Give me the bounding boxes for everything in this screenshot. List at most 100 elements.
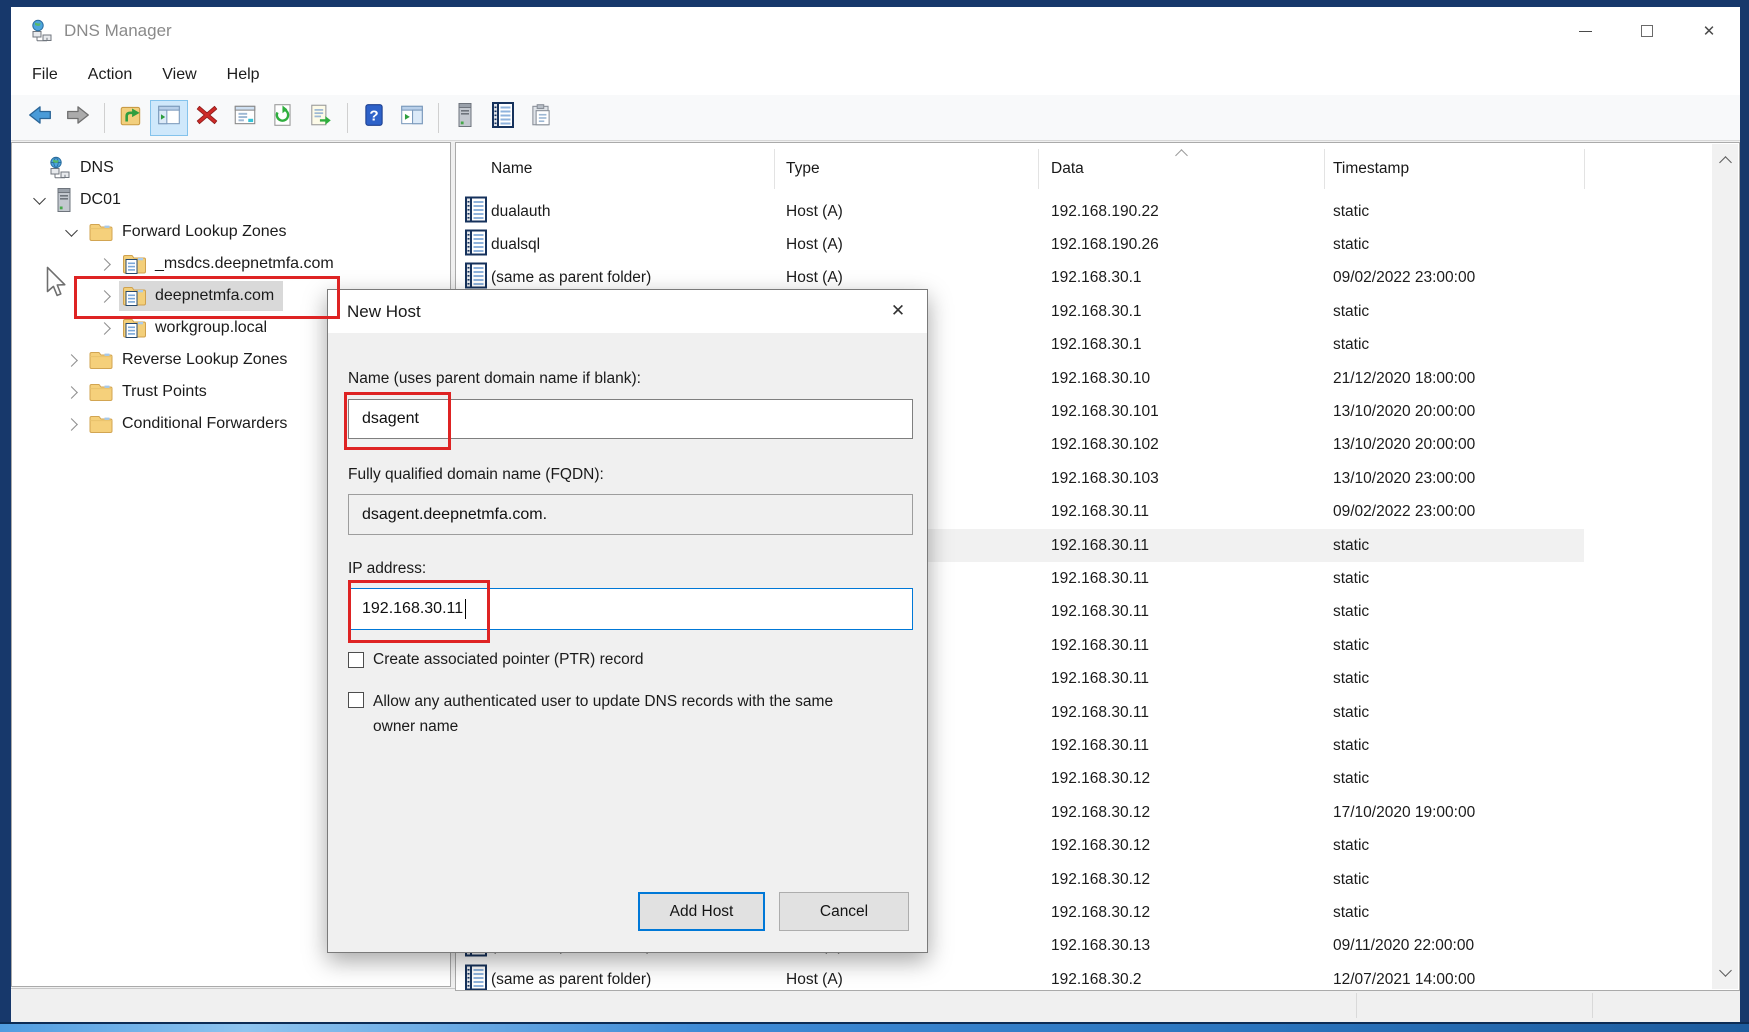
tree-item-content[interactable]: Conditional Forwarders bbox=[86, 409, 296, 439]
fqdn-readonly-field: dsagent.deepnetmfa.com. bbox=[348, 494, 913, 535]
record-list-button[interactable] bbox=[484, 100, 522, 136]
chevron-down-icon[interactable] bbox=[56, 230, 86, 235]
clipboard-button[interactable] bbox=[522, 100, 560, 136]
tree-item-content[interactable]: DNS bbox=[46, 153, 123, 183]
chevron-down-icon[interactable] bbox=[24, 198, 54, 203]
menu-bar: FileActionViewHelp bbox=[11, 55, 1740, 95]
minimize-icon[interactable] bbox=[1554, 7, 1616, 55]
cell-data: 192.168.30.11 bbox=[1051, 637, 1149, 655]
cell-timestamp: 13/10/2020 20:00:00 bbox=[1333, 436, 1475, 454]
cell-name: (same as parent folder) bbox=[491, 971, 651, 989]
table-row[interactable]: dualsqlHost (A)192.168.190.26static bbox=[456, 228, 1584, 261]
cell-type: Host (A) bbox=[786, 971, 843, 989]
scroll-down-icon[interactable] bbox=[1719, 964, 1732, 977]
column-header-timestamp[interactable]: Timestamp bbox=[1333, 160, 1409, 178]
dialog-title-bar: New Host bbox=[328, 290, 927, 333]
column-header-data[interactable]: Data bbox=[1051, 160, 1084, 178]
cell-data: 192.168.30.13 bbox=[1051, 937, 1150, 955]
add-host-button[interactable]: Add Host bbox=[638, 892, 765, 931]
chevron-right-icon[interactable] bbox=[56, 388, 86, 397]
tree-item-label: DNS bbox=[80, 159, 114, 177]
cell-data: 192.168.190.26 bbox=[1051, 236, 1159, 254]
cell-data: 192.168.190.22 bbox=[1051, 203, 1159, 221]
up-one-level-button[interactable] bbox=[112, 100, 150, 136]
tree-item-dc01[interactable]: DC01 bbox=[12, 184, 450, 216]
cell-data: 192.168.30.102 bbox=[1051, 436, 1159, 454]
cell-timestamp: 13/10/2020 20:00:00 bbox=[1333, 403, 1475, 421]
mouse-cursor bbox=[44, 266, 68, 305]
cell-timestamp: 12/07/2021 14:00:00 bbox=[1333, 971, 1475, 989]
annotation-box-name-input bbox=[344, 392, 451, 450]
maximize-icon[interactable] bbox=[1616, 7, 1678, 55]
chevron-right-icon[interactable] bbox=[56, 420, 86, 429]
folder-icon bbox=[88, 413, 114, 435]
show-console-tree-button[interactable] bbox=[150, 100, 188, 136]
table-row[interactable]: (same as parent folder)Host (A)192.168.3… bbox=[456, 963, 1584, 991]
dialog-close-icon[interactable]: ✕ bbox=[877, 296, 919, 326]
delete-button[interactable] bbox=[188, 100, 226, 136]
tree-item-label: Forward Lookup Zones bbox=[122, 223, 287, 241]
export-list-button[interactable] bbox=[302, 100, 340, 136]
scroll-up-icon[interactable] bbox=[1719, 156, 1732, 169]
folder-icon bbox=[88, 221, 114, 243]
zone-icon bbox=[121, 317, 147, 339]
tree-item-forward-lookup-zones[interactable]: Forward Lookup Zones bbox=[12, 216, 450, 248]
chevron-right-icon[interactable] bbox=[89, 324, 119, 333]
cell-timestamp: static bbox=[1333, 570, 1369, 588]
close-icon[interactable]: ✕ bbox=[1678, 7, 1740, 55]
tree-item-content[interactable]: Trust Points bbox=[86, 377, 216, 407]
menu-item-view[interactable]: View bbox=[147, 66, 211, 84]
column-separator[interactable] bbox=[1584, 149, 1585, 189]
table-row[interactable]: dualauthHost (A)192.168.190.22static bbox=[456, 195, 1584, 228]
back-button[interactable] bbox=[21, 100, 59, 136]
column-separator[interactable] bbox=[774, 149, 775, 189]
chevron-right-icon[interactable] bbox=[89, 260, 119, 269]
tree-item-dns[interactable]: DNS bbox=[12, 152, 450, 184]
window-controls: ✕ bbox=[1554, 7, 1740, 55]
refresh-icon bbox=[270, 102, 296, 133]
vertical-scrollbar[interactable] bbox=[1712, 144, 1738, 989]
tree-item-content[interactable]: Reverse Lookup Zones bbox=[86, 345, 296, 375]
cell-timestamp: 17/10/2020 19:00:00 bbox=[1333, 804, 1475, 822]
cell-data: 192.168.30.1 bbox=[1051, 303, 1142, 321]
cell-type: Host (A) bbox=[786, 269, 843, 287]
column-separator[interactable] bbox=[1324, 149, 1325, 189]
action-pane-icon bbox=[399, 102, 425, 133]
properties-button[interactable] bbox=[226, 100, 264, 136]
dns-server-button[interactable] bbox=[446, 100, 484, 136]
forward-button[interactable] bbox=[59, 100, 97, 136]
tree-item-content[interactable]: DC01 bbox=[54, 185, 130, 215]
tree-item-content[interactable]: Forward Lookup Zones bbox=[86, 217, 296, 247]
server-icon bbox=[56, 187, 72, 213]
menu-item-action[interactable]: Action bbox=[73, 66, 147, 84]
clipboard-icon bbox=[528, 102, 554, 133]
cell-type: Host (A) bbox=[786, 203, 843, 221]
cell-data: 192.168.30.11 bbox=[1051, 503, 1149, 521]
column-header-type[interactable]: Type bbox=[786, 160, 820, 178]
cell-timestamp: static bbox=[1333, 871, 1369, 889]
cell-timestamp: static bbox=[1333, 737, 1369, 755]
cell-timestamp: static bbox=[1333, 637, 1369, 655]
back-arrow-icon bbox=[27, 102, 53, 133]
cell-type: Host (A) bbox=[786, 236, 843, 254]
tree-item-content[interactable]: _msdcs.deepnetmfa.com bbox=[119, 249, 343, 279]
status-bar bbox=[11, 988, 1740, 1022]
menu-item-help[interactable]: Help bbox=[212, 66, 275, 84]
show-action-pane-button[interactable] bbox=[393, 100, 431, 136]
refresh-button[interactable] bbox=[264, 100, 302, 136]
allow-update-checkbox-row: Allow any authenticated user to update D… bbox=[348, 689, 868, 739]
ptr-checkbox[interactable] bbox=[348, 652, 364, 668]
column-header-name[interactable]: Name bbox=[491, 160, 532, 178]
tree-item-label: workgroup.local bbox=[155, 319, 267, 337]
cell-data: 192.168.30.11 bbox=[1051, 570, 1149, 588]
menu-item-file[interactable]: File bbox=[17, 66, 73, 84]
tree-item-label: DC01 bbox=[80, 191, 121, 209]
toolbar-separator bbox=[347, 103, 348, 133]
allow-update-checkbox[interactable] bbox=[348, 692, 364, 708]
help-button[interactable]: ? bbox=[355, 100, 393, 136]
column-separator[interactable] bbox=[1038, 149, 1039, 189]
cancel-button[interactable]: Cancel bbox=[779, 892, 909, 931]
record-icon bbox=[464, 964, 488, 991]
chevron-right-icon[interactable] bbox=[56, 356, 86, 365]
cell-data: 192.168.30.103 bbox=[1051, 470, 1159, 488]
